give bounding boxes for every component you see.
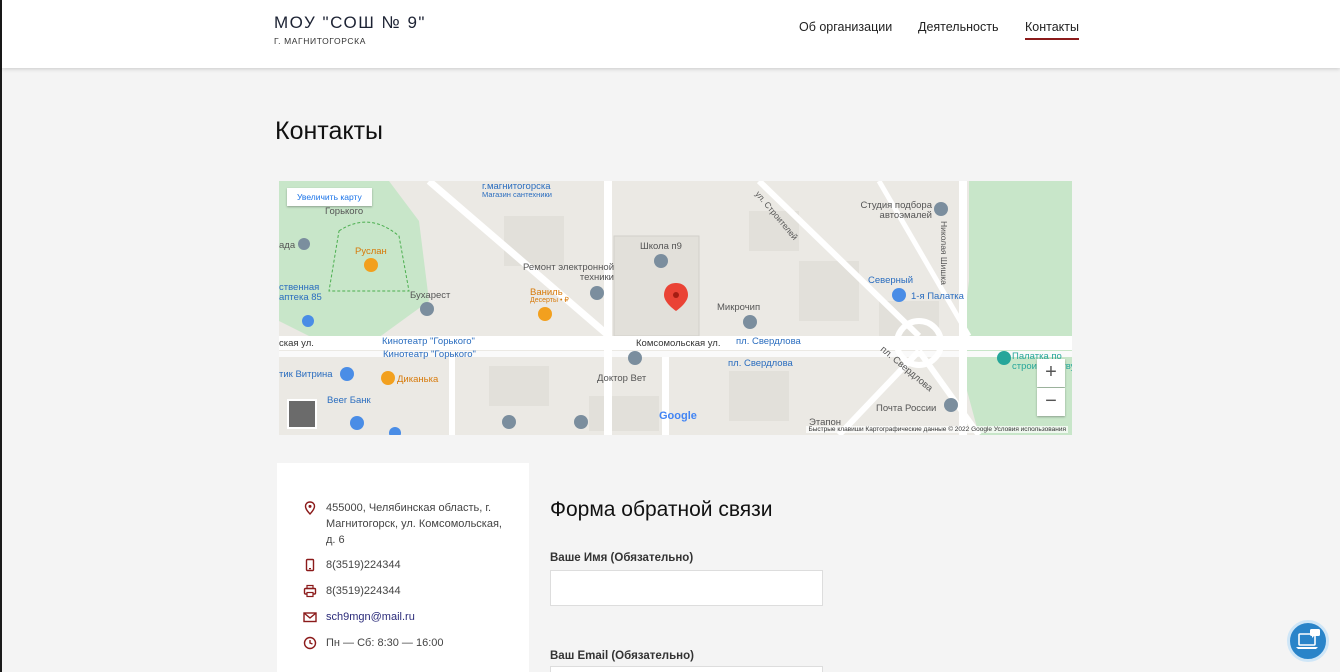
map-label: Диканька	[397, 374, 439, 385]
map-label: Beer Банк	[327, 395, 371, 406]
mobile-phone-icon	[305, 558, 315, 572]
nav-contacts[interactable]: Контакты	[1025, 20, 1079, 40]
location-pin-icon	[304, 501, 316, 515]
printer-icon	[303, 584, 317, 598]
site-header: МОУ "СОШ № 9" Г. МАГНИТОГОРСКА Об органи…	[2, 0, 1340, 68]
name-label: Ваше Имя (Обязательно)	[550, 552, 694, 564]
map-label: Бухарест	[410, 290, 451, 301]
email-input[interactable]	[550, 666, 823, 672]
map-label: Северный	[868, 275, 914, 286]
map-label: ада	[279, 240, 296, 251]
map-label: Школа п9	[640, 241, 682, 252]
map-attribution[interactable]: Быстрые клавиши Картографические данные …	[806, 426, 1068, 433]
map-label: Студия подбора автоэмалей	[860, 200, 932, 221]
email-row: sch9mgn@mail.ru	[303, 609, 506, 625]
map-label: пл. Свердлова	[728, 358, 793, 369]
map-label: Магазин сантехники	[482, 190, 552, 199]
envelope-icon	[303, 612, 317, 623]
map-label: Николая Шишка	[939, 221, 949, 285]
site-subtitle: Г. МАГНИТОГОРСКА	[274, 36, 366, 46]
address-text: 455000, Челябинская область, г. Магнитог…	[326, 502, 502, 546]
map-streets	[279, 181, 1072, 435]
address-row: 455000, Челябинская область, г. Магнитог…	[303, 500, 506, 548]
map-label: 1-я Палатка	[911, 291, 964, 302]
map-label: Доктор Вет	[597, 373, 647, 384]
google-map[interactable]: Увеличить карту г.магнитогорска Магазин …	[279, 181, 1072, 435]
google-logo: Google	[659, 410, 697, 422]
enlarge-map-button[interactable]: Увеличить карту	[287, 188, 372, 206]
map-label: ственная аптека 85	[279, 282, 322, 303]
map-label: ская ул.	[279, 338, 314, 349]
map-label: Кинотеатр "Горького"	[383, 349, 476, 360]
map-label: пл. Свердлова	[736, 336, 801, 347]
contact-info-card: 455000, Челябинская область, г. Магнитог…	[277, 463, 529, 672]
map-label: Горького	[325, 206, 364, 217]
map-label: Руслан	[355, 246, 387, 257]
map-label: Десерты • ₽	[530, 297, 569, 304]
hours-text: Пн — Сб: 8:30 — 16:00	[326, 637, 444, 649]
hours-row: Пн — Сб: 8:30 — 16:00	[303, 635, 506, 651]
map-label: тик Витрина	[279, 369, 333, 380]
laptop-chat-icon	[1296, 629, 1320, 649]
email-link[interactable]: sch9mgn@mail.ru	[326, 609, 506, 625]
nav-activity[interactable]: Деятельность	[918, 20, 998, 34]
map-label: Комсомольская ул.	[636, 338, 721, 349]
map-label: Микрочип	[717, 302, 761, 313]
fax-row: 8(3519)224344	[303, 583, 506, 599]
nav-about[interactable]: Об организации	[799, 20, 892, 34]
zoom-in-button[interactable]: +	[1037, 359, 1065, 387]
zoom-out-button[interactable]: −	[1037, 388, 1065, 416]
page-title: Контакты	[275, 117, 383, 145]
map-satellite-thumbnail[interactable]	[287, 399, 317, 429]
email-label: Ваш Email (Обязательно)	[550, 650, 694, 662]
site-title[interactable]: МОУ "СОШ № 9"	[274, 13, 426, 33]
name-input[interactable]	[550, 570, 823, 606]
help-widget-button[interactable]	[1287, 620, 1329, 662]
map-label: Почта России	[876, 403, 937, 414]
map-label: Кинотеатр "Горького"	[382, 336, 475, 347]
clock-icon	[303, 636, 317, 650]
phone-text: 8(3519)224344	[326, 559, 401, 571]
phone-row: 8(3519)224344	[303, 557, 506, 573]
fax-text: 8(3519)224344	[326, 585, 401, 597]
feedback-form-title: Форма обратной связи	[550, 498, 773, 521]
map-label: Ремонт электронной техники	[523, 262, 614, 283]
